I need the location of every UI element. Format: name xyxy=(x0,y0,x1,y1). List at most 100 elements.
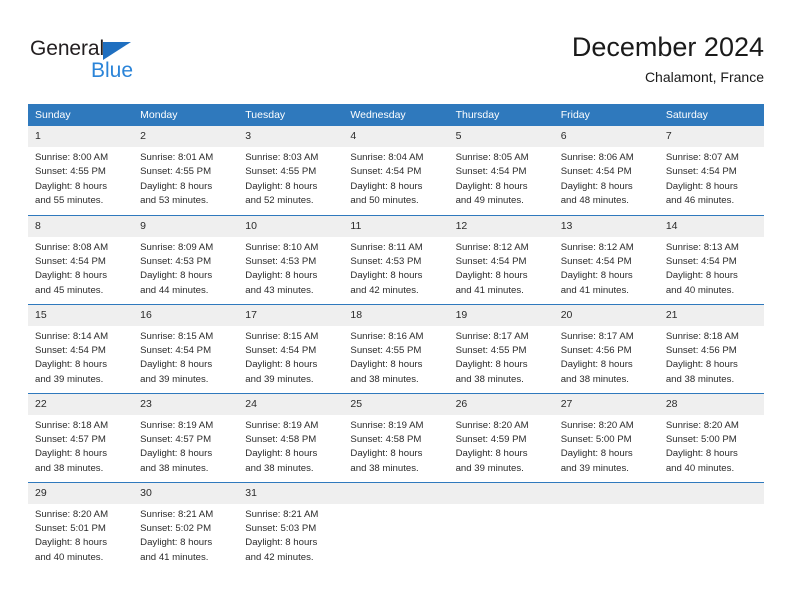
day-number: 29 xyxy=(28,482,134,504)
daylight-text-line1: Daylight: 8 hours xyxy=(455,359,528,371)
daylight-text-line2: and 39 minutes. xyxy=(140,373,209,385)
calendar-day-cell[interactable]: 19 Sunrise: 8:17 AM Sunset: 4:55 PM Dayligh… xyxy=(448,303,554,393)
calendar-week-row: 15 Sunrise: 8:14 AM Sunset: 4:54 PM Dayligh… xyxy=(28,303,764,393)
calendar-day-cell[interactable]: 24 Sunrise: 8:19 AM Sunset: 4:58 PM Dayligh… xyxy=(238,392,344,482)
sunrise-text: Sunrise: 8:20 AM xyxy=(35,508,109,520)
sunset-text: Sunset: 4:56 PM xyxy=(560,344,632,356)
calendar-day-cell[interactable]: 5 Sunrise: 8:05 AM Sunset: 4:54 PM Daylight… xyxy=(448,126,554,215)
calendar-day-cell[interactable]: 3 Sunrise: 8:03 AM Sunset: 4:55 PM Daylight… xyxy=(238,126,344,215)
day-info: Sunrise: 8:18 AM Sunset: 4:56 PM Daylight:… xyxy=(659,326,764,388)
daylight-text-line2: and 49 minutes. xyxy=(455,195,524,207)
daylight-text-line1: Daylight: 8 hours xyxy=(665,359,738,371)
day-number: 19 xyxy=(448,304,554,326)
calendar-day-cell[interactable]: 23 Sunrise: 8:19 AM Sunset: 4:57 PM Dayligh… xyxy=(133,392,239,482)
sunrise-text: Sunrise: 8:12 AM xyxy=(560,241,634,253)
weekday-header-monday: Monday xyxy=(133,104,239,126)
calendar-day-cell[interactable]: 8 Sunrise: 8:08 AM Sunset: 4:54 PM Daylight… xyxy=(28,214,134,304)
weekday-header-wednesday: Wednesday xyxy=(343,104,449,126)
sunrise-text: Sunrise: 8:19 AM xyxy=(140,419,214,431)
sunrise-text: Sunrise: 8:20 AM xyxy=(560,419,634,431)
calendar-day-cell[interactable]: 22 Sunrise: 8:18 AM Sunset: 4:57 PM Dayligh… xyxy=(28,392,134,482)
calendar-day-cell[interactable]: 20 Sunrise: 8:17 AM Sunset: 4:56 PM Dayligh… xyxy=(553,303,659,393)
calendar-day-cell[interactable]: 31 Sunrise: 8:21 AM Sunset: 5:03 PM Dayligh… xyxy=(238,481,344,571)
day-info: Sunrise: 8:20 AM Sunset: 5:00 PM Daylight:… xyxy=(659,415,764,477)
day-number: 27 xyxy=(553,393,659,415)
daylight-text-line1: Daylight: 8 hours xyxy=(455,180,528,192)
calendar-day-cell[interactable]: 27 Sunrise: 8:20 AM Sunset: 5:00 PM Dayligh… xyxy=(553,392,659,482)
calendar-day-cell[interactable]: 30 Sunrise: 8:21 AM Sunset: 5:02 PM Dayligh… xyxy=(133,481,239,571)
sunrise-text: Sunrise: 8:08 AM xyxy=(35,241,109,253)
day-info: Sunrise: 8:00 AM Sunset: 4:55 PM Daylight:… xyxy=(28,147,133,209)
calendar-day-cell[interactable]: 7 Sunrise: 8:07 AM Sunset: 4:54 PM Daylight… xyxy=(658,126,764,215)
day-number: 5 xyxy=(448,126,554,147)
calendar-day-cell[interactable]: 14 Sunrise: 8:13 AM Sunset: 4:54 PM Dayligh… xyxy=(658,214,764,304)
calendar-day-cell[interactable]: 11 Sunrise: 8:11 AM Sunset: 4:53 PM Dayligh… xyxy=(343,214,449,304)
calendar-day-cell[interactable]: 26 Sunrise: 8:20 AM Sunset: 4:59 PM Dayligh… xyxy=(448,392,554,482)
daylight-text-line2: and 41 minutes. xyxy=(140,551,209,563)
calendar-day-cell-empty xyxy=(658,481,764,571)
daylight-text-line2: and 48 minutes. xyxy=(560,195,629,207)
day-number xyxy=(448,482,554,504)
calendar-day-cell[interactable]: 28 Sunrise: 8:20 AM Sunset: 5:00 PM Dayligh… xyxy=(658,392,764,482)
calendar-day-cell[interactable]: 17 Sunrise: 8:15 AM Sunset: 4:54 PM Dayligh… xyxy=(238,303,344,393)
daylight-text-line1: Daylight: 8 hours xyxy=(350,448,423,460)
day-info xyxy=(343,504,448,508)
daylight-text-line2: and 45 minutes. xyxy=(35,284,104,296)
sunset-text: Sunset: 4:55 PM xyxy=(350,344,422,356)
sunrise-text: Sunrise: 8:15 AM xyxy=(140,330,214,342)
day-info: Sunrise: 8:20 AM Sunset: 5:00 PM Daylight:… xyxy=(554,415,659,477)
logo-text-blue: Blue xyxy=(91,59,134,82)
sunrise-text: Sunrise: 8:18 AM xyxy=(665,330,739,342)
calendar-page: General Blue December 2024 Chalamont, Fr… xyxy=(0,0,792,612)
calendar-day-cell[interactable]: 16 Sunrise: 8:15 AM Sunset: 4:54 PM Dayligh… xyxy=(133,303,239,393)
daylight-text-line1: Daylight: 8 hours xyxy=(140,537,213,549)
daylight-text-line2: and 52 minutes. xyxy=(245,195,314,207)
day-info: Sunrise: 8:19 AM Sunset: 4:58 PM Daylight:… xyxy=(238,415,343,477)
day-info: Sunrise: 8:05 AM Sunset: 4:54 PM Daylight:… xyxy=(449,147,554,209)
sunset-text: Sunset: 4:54 PM xyxy=(35,255,106,267)
calendar-day-cell[interactable]: 25 Sunrise: 8:19 AM Sunset: 4:58 PM Dayligh… xyxy=(343,392,449,482)
day-info: Sunrise: 8:11 AM Sunset: 4:53 PM Daylight:… xyxy=(343,237,448,299)
calendar-day-cell[interactable]: 29 Sunrise: 8:20 AM Sunset: 5:01 PM Dayligh… xyxy=(28,481,134,571)
sunset-text: Sunset: 5:00 PM xyxy=(560,433,632,445)
calendar-day-cell[interactable]: 1 Sunrise: 8:00 AM Sunset: 4:55 PM Daylight… xyxy=(28,126,134,215)
sunrise-text: Sunrise: 8:12 AM xyxy=(455,241,529,253)
daylight-text-line2: and 39 minutes. xyxy=(455,462,524,474)
calendar-day-cell[interactable]: 13 Sunrise: 8:12 AM Sunset: 4:54 PM Dayligh… xyxy=(553,214,659,304)
calendar-day-cell[interactable]: 4 Sunrise: 8:04 AM Sunset: 4:54 PM Daylight… xyxy=(343,126,449,215)
day-info: Sunrise: 8:01 AM Sunset: 4:55 PM Daylight:… xyxy=(133,147,238,209)
daylight-text-line2: and 38 minutes. xyxy=(350,373,419,385)
calendar-day-cell[interactable]: 6 Sunrise: 8:06 AM Sunset: 4:54 PM Daylight… xyxy=(553,126,659,215)
day-number: 3 xyxy=(238,126,344,147)
day-number: 14 xyxy=(658,215,764,237)
day-number: 4 xyxy=(343,126,449,147)
day-info: Sunrise: 8:06 AM Sunset: 4:54 PM Daylight:… xyxy=(554,147,659,209)
sunset-text: Sunset: 4:55 PM xyxy=(245,166,317,178)
sunrise-text: Sunrise: 8:09 AM xyxy=(140,241,214,253)
calendar-day-cell[interactable]: 18 Sunrise: 8:16 AM Sunset: 4:55 PM Dayligh… xyxy=(343,303,449,393)
sunrise-text: Sunrise: 8:05 AM xyxy=(455,152,529,163)
sunset-text: Sunset: 4:53 PM xyxy=(245,255,317,267)
general-blue-logo[interactable]: General Blue xyxy=(30,36,160,88)
daylight-text-line1: Daylight: 8 hours xyxy=(140,448,213,460)
calendar-day-cell[interactable]: 21 Sunrise: 8:18 AM Sunset: 4:56 PM Dayligh… xyxy=(658,303,764,393)
daylight-text-line2: and 55 minutes. xyxy=(35,195,104,207)
sunrise-text: Sunrise: 8:20 AM xyxy=(455,419,529,431)
day-number: 13 xyxy=(553,215,659,237)
day-info: Sunrise: 8:12 AM Sunset: 4:54 PM Daylight:… xyxy=(554,237,659,299)
calendar-day-cell[interactable]: 2 Sunrise: 8:01 AM Sunset: 4:55 PM Daylight… xyxy=(133,126,239,215)
calendar-day-cell[interactable]: 10 Sunrise: 8:10 AM Sunset: 4:53 PM Dayligh… xyxy=(238,214,344,304)
sunrise-text: Sunrise: 8:21 AM xyxy=(140,508,214,520)
day-info xyxy=(449,504,554,508)
day-number: 26 xyxy=(448,393,554,415)
day-number: 23 xyxy=(133,393,239,415)
sunset-text: Sunset: 5:03 PM xyxy=(245,522,317,534)
sunset-text: Sunset: 4:54 PM xyxy=(140,344,212,356)
calendar-day-cell[interactable]: 15 Sunrise: 8:14 AM Sunset: 4:54 PM Dayligh… xyxy=(28,303,134,393)
calendar-day-cell[interactable]: 9 Sunrise: 8:09 AM Sunset: 4:53 PM Daylight… xyxy=(133,214,239,304)
day-number: 30 xyxy=(133,482,239,504)
daylight-text-line1: Daylight: 8 hours xyxy=(560,180,633,192)
calendar-day-cell[interactable]: 12 Sunrise: 8:12 AM Sunset: 4:54 PM Dayligh… xyxy=(448,214,554,304)
day-number: 25 xyxy=(343,393,449,415)
day-number: 31 xyxy=(238,482,344,504)
